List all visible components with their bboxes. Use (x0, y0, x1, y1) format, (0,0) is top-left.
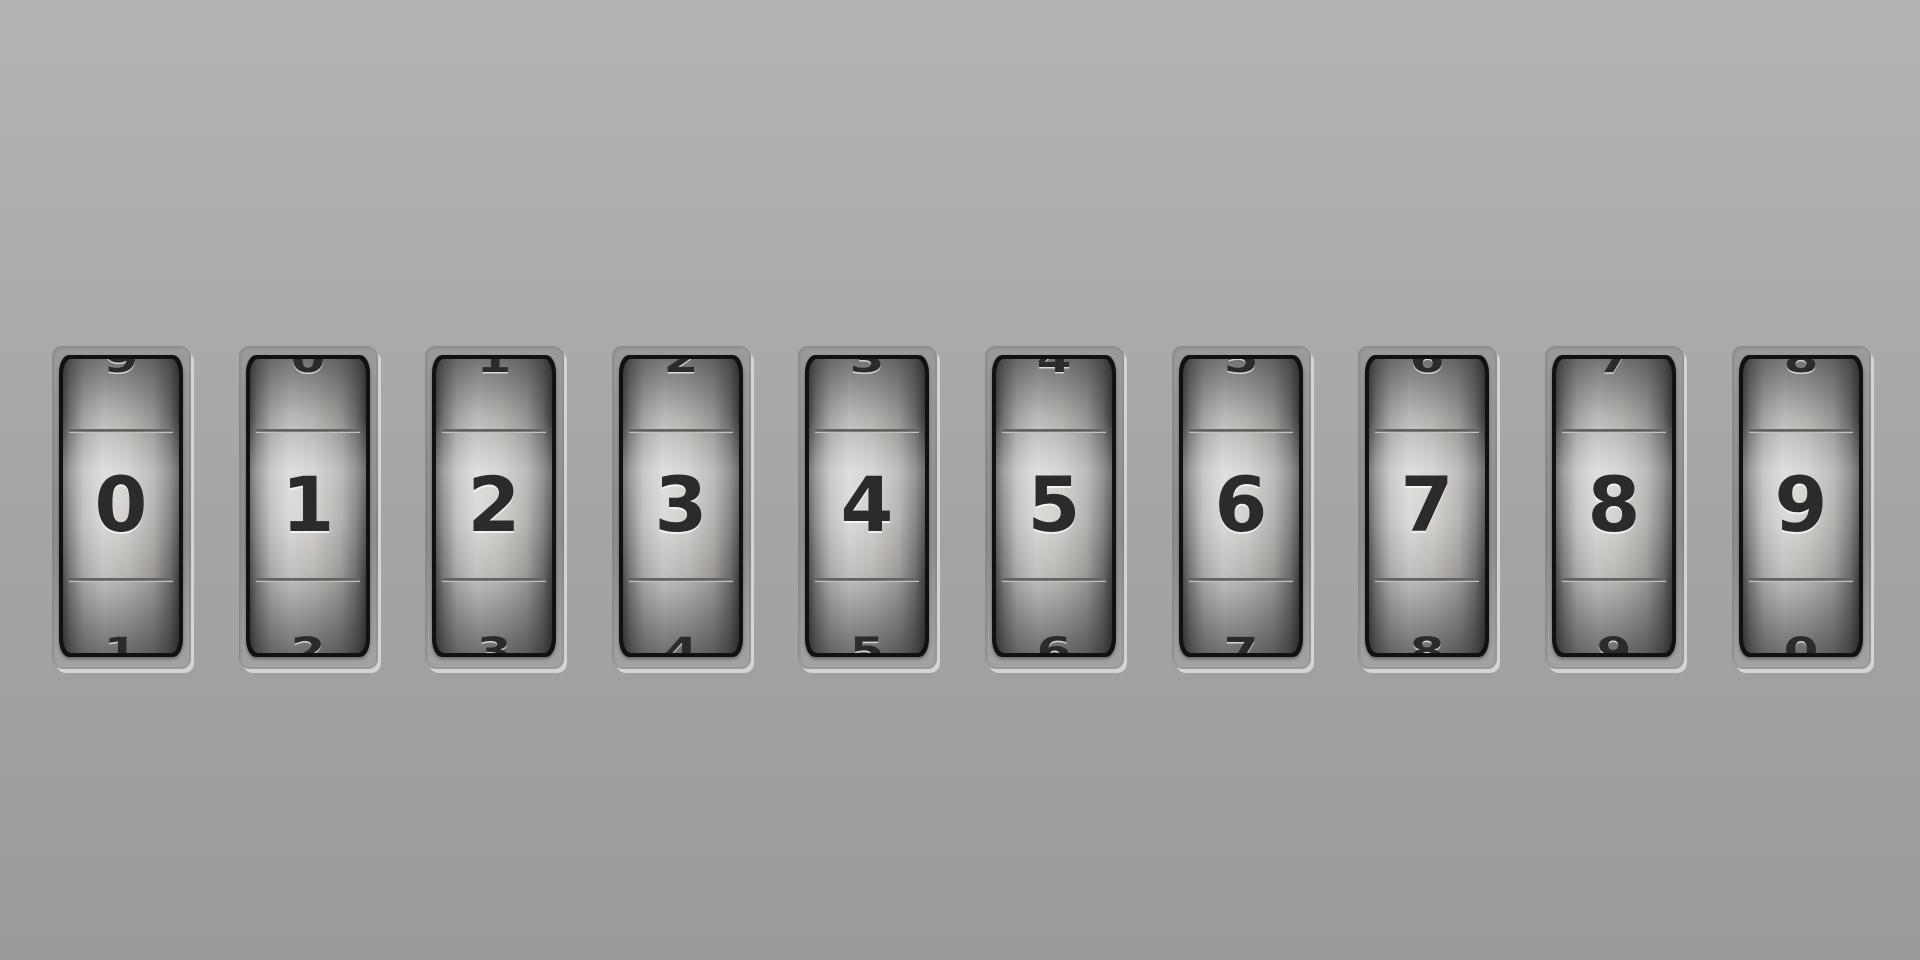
wheel-digit-below: 0 (1783, 629, 1819, 653)
wheel-digit-current: 4 (840, 460, 894, 549)
wheel-digit-below: 3 (476, 629, 512, 653)
wheel-divider-top (1749, 429, 1853, 433)
combination-wheel-2[interactable]: 0 1 2 (246, 355, 370, 657)
combination-wheel-5[interactable]: 3 4 5 (805, 355, 929, 657)
wheel-slot: 7 8 9 (1546, 347, 1684, 669)
wheel-divider-top (1562, 429, 1666, 433)
wheel-slot: 1 2 3 (426, 347, 564, 669)
combination-wheel-10[interactable]: 8 9 0 (1739, 355, 1863, 657)
wheel-divider-top (629, 429, 733, 433)
wheel-digit-above: 0 (290, 359, 326, 381)
combination-lock-panel: 9 0 1 0 1 2 1 2 3 2 3 4 3 4 5 4 5 6 5 6 … (0, 0, 1920, 960)
combination-wheel-8[interactable]: 6 7 8 (1365, 355, 1489, 657)
wheel-digit-below: 6 (1036, 629, 1072, 653)
wheel-drum: 9 0 1 (63, 359, 179, 653)
wheel-divider-bottom (1375, 578, 1479, 582)
wheel-slot: 9 0 1 (53, 347, 191, 669)
wheel-digit-below: 1 (103, 629, 139, 653)
wheel-divider-top (256, 429, 360, 433)
wheel-divider-bottom (629, 578, 733, 582)
wheel-drum: 2 3 4 (623, 359, 739, 653)
wheel-divider-bottom (442, 578, 546, 582)
wheel-digit-above: 9 (103, 359, 139, 381)
wheel-divider-top (69, 429, 173, 433)
wheel-divider-bottom (69, 578, 173, 582)
wheel-digit-current: 5 (1027, 460, 1081, 549)
wheel-digit-above: 2 (663, 359, 699, 381)
wheel-digit-below: 2 (290, 629, 326, 653)
wheel-divider-bottom (1749, 578, 1853, 582)
wheel-slot: 4 5 6 (986, 347, 1124, 669)
wheel-divider-bottom (1562, 578, 1666, 582)
wheel-slot: 2 3 4 (613, 347, 751, 669)
combination-wheel-3[interactable]: 1 2 3 (432, 355, 556, 657)
wheel-drum: 6 7 8 (1369, 359, 1485, 653)
wheel-digit-current: 0 (94, 460, 148, 549)
wheel-digit-current: 2 (467, 460, 521, 549)
combination-wheel-1[interactable]: 9 0 1 (59, 355, 183, 657)
wheel-digit-below: 4 (663, 629, 699, 653)
wheel-divider-top (815, 429, 919, 433)
wheel-digit-below: 9 (1596, 629, 1632, 653)
wheel-divider-bottom (815, 578, 919, 582)
wheel-divider-top (1375, 429, 1479, 433)
wheel-digit-below: 8 (1409, 629, 1445, 653)
wheel-digit-above: 7 (1596, 359, 1632, 381)
wheel-slot: 3 4 5 (799, 347, 937, 669)
wheel-digit-current: 9 (1774, 460, 1828, 549)
wheel-slot: 8 9 0 (1733, 347, 1871, 669)
wheel-digit-above: 3 (849, 359, 885, 381)
wheel-divider-top (1189, 429, 1293, 433)
wheel-drum: 5 6 7 (1183, 359, 1299, 653)
wheel-divider-bottom (1002, 578, 1106, 582)
wheel-slot: 0 1 2 (240, 347, 378, 669)
wheel-digit-above: 6 (1409, 359, 1445, 381)
wheel-digit-current: 1 (281, 460, 335, 549)
wheel-digit-above: 8 (1783, 359, 1819, 381)
wheel-digit-below: 7 (1223, 629, 1259, 653)
wheel-divider-top (442, 429, 546, 433)
wheel-digit-below: 5 (849, 629, 885, 653)
wheel-digit-current: 7 (1400, 460, 1454, 549)
wheel-divider-bottom (256, 578, 360, 582)
wheel-divider-bottom (1189, 578, 1293, 582)
wheel-drum: 3 4 5 (809, 359, 925, 653)
wheel-divider-top (1002, 429, 1106, 433)
wheel-digit-current: 3 (654, 460, 708, 549)
wheel-digit-above: 4 (1036, 359, 1072, 381)
wheel-drum: 1 2 3 (436, 359, 552, 653)
combination-wheel-9[interactable]: 7 8 9 (1552, 355, 1676, 657)
wheel-slot: 6 7 8 (1359, 347, 1497, 669)
wheel-drum: 4 5 6 (996, 359, 1112, 653)
combination-wheel-4[interactable]: 2 3 4 (619, 355, 743, 657)
combination-wheel-7[interactable]: 5 6 7 (1179, 355, 1303, 657)
wheel-digit-above: 1 (476, 359, 512, 381)
wheel-digit-current: 6 (1214, 460, 1268, 549)
wheel-drum: 7 8 9 (1556, 359, 1672, 653)
wheel-drum: 8 9 0 (1743, 359, 1859, 653)
combination-wheel-6[interactable]: 4 5 6 (992, 355, 1116, 657)
wheel-digit-current: 8 (1587, 460, 1641, 549)
wheel-slot: 5 6 7 (1173, 347, 1311, 669)
wheel-drum: 0 1 2 (250, 359, 366, 653)
wheel-digit-above: 5 (1223, 359, 1259, 381)
